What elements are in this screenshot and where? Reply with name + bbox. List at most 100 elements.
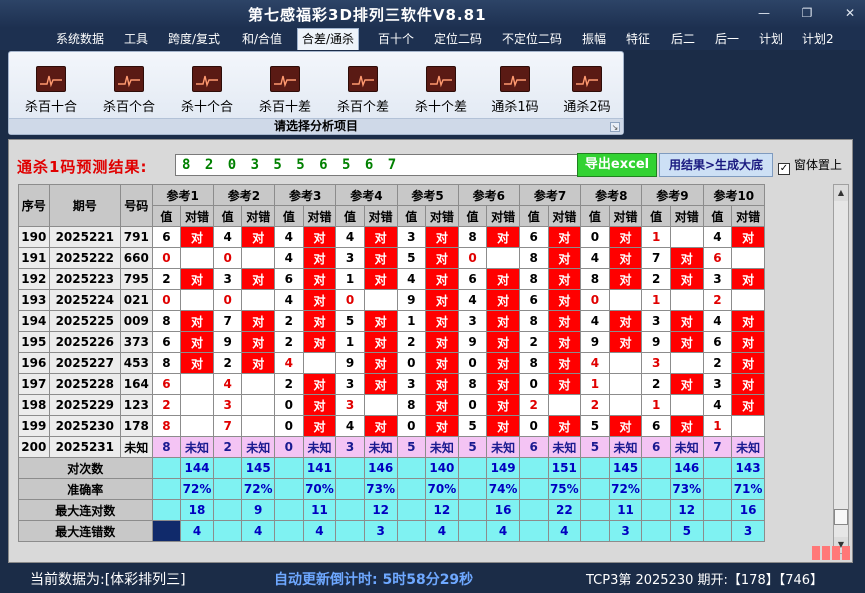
menu-last-two[interactable]: 后二 [667, 29, 699, 49]
check-icon: ✓ [778, 163, 790, 175]
header-value: 值 [641, 205, 671, 227]
stats-value: 9 [241, 499, 276, 521]
stats-value: 145 [608, 457, 643, 479]
header-period: 期号 [48, 184, 122, 227]
header-ref: 参考9 [641, 184, 704, 206]
cell-hit: 对 [302, 247, 337, 269]
menu-last-one[interactable]: 后一 [711, 29, 743, 49]
cell-hit: 对 [608, 331, 643, 353]
table-row[interactable]: 191 2025222 660 0 0 4 对 3 对 5 对 0 8 对 4 对 7 对 6 [18, 247, 765, 269]
table-row[interactable]: 197 2025228 164 6 4 2 对 3 对 3 对 8 对 0 对 1 2 对 3 对 [18, 373, 765, 395]
cell-hit: 对 [669, 268, 704, 290]
header-value: 值 [580, 205, 610, 227]
table-row[interactable]: 198 2025229 123 2 3 0 对 3 8 对 0 对 2 2 1 4 对 [18, 394, 765, 416]
close-button[interactable]: ✕ [838, 4, 862, 22]
cell-value: 5 [580, 436, 610, 458]
ribbon-expand-icon[interactable]: ↘ [610, 122, 620, 132]
cell-hit: 对 [241, 352, 276, 374]
minimize-button[interactable]: — [752, 4, 776, 22]
header-row: 序号 期号 号码 参考1 参考2 参考3 参考4 参考5 参考6 参考7 参考8 参考9 参考10 [18, 184, 766, 227]
stats-value: 4 [302, 520, 337, 542]
stats-value: 5 [669, 520, 704, 542]
table-row[interactable]: 196 2025227 453 8 对 2 对 4 9 对 0 对 0 对 8 对 4 3 2 对 [18, 352, 765, 374]
stats-spacer [212, 499, 243, 521]
rb-kill-sg-sum[interactable]: 杀十个合 [173, 66, 241, 118]
table-row[interactable]: 192 2025223 795 2 对 3 对 6 对 1 对 4 对 6 对 8 对 8 对 2 对 3 对 [18, 268, 765, 290]
generate-base-button[interactable]: 用结果>生成大底 [659, 153, 773, 177]
cell-value: 3 [702, 268, 733, 290]
row-seq: 192 [18, 268, 50, 290]
cell-value: 3 [641, 310, 671, 332]
cell-hit: 对 [486, 289, 520, 311]
rb-kill-sg-diff[interactable]: 杀十个差 [407, 66, 475, 118]
menu-amplitude[interactable]: 振幅 [578, 29, 610, 49]
menu-plan[interactable]: 计划 [755, 29, 787, 49]
cell-value: 6 [518, 226, 549, 248]
row-seq: 199 [18, 415, 50, 437]
stats-row: 对次数 144 145 141 146 140 149 151 145 146 143 [18, 457, 765, 479]
cell-value: 6 [151, 226, 182, 248]
cell-value: 4 [702, 394, 733, 416]
menu-plan2[interactable]: 计划2 [798, 29, 838, 49]
rb-kill-2-code[interactable]: 通杀2码 [553, 66, 621, 118]
cell-value: 8 [151, 310, 182, 332]
cell-value: 3 [335, 247, 365, 269]
cell-hit: 对 [425, 310, 459, 332]
table-row[interactable]: 193 2025224 021 0 0 4 对 0 9 对 4 对 6 对 0 1 2 [18, 289, 765, 311]
cell-value: 6 [151, 373, 182, 395]
prediction-row[interactable]: 200 2025231 未知 8 未知 2 未知 0 未知 3 未知 5 未知 5 未知 6 未知 5 未知 6 未知 7… [18, 436, 765, 458]
cell-miss [241, 373, 276, 395]
rb-kill-hs-diff[interactable]: 杀百十差 [251, 66, 319, 118]
scroll-thumb[interactable] [834, 509, 848, 525]
stats-spacer [641, 499, 671, 521]
menu-unfixed-two[interactable]: 不定位二码 [498, 29, 566, 49]
export-excel-button[interactable]: 导出excel [577, 153, 657, 177]
menu-sum[interactable]: 和/合值 [238, 29, 286, 49]
menu-fixed-two[interactable]: 定位二码 [430, 29, 486, 49]
cell-hit: 对 [547, 247, 582, 269]
cell-hit: 对 [486, 415, 520, 437]
rb-kill-hs-sum[interactable]: 杀百十合 [17, 66, 85, 118]
menu-tools[interactable]: 工具 [120, 29, 152, 49]
table-row[interactable]: 195 2025226 373 6 对 9 对 2 对 1 对 2 对 9 对 2 对 9 对 9 对 6 对 [18, 331, 765, 353]
cell-value: 8 [396, 394, 427, 416]
cell-hit: 对 [363, 373, 398, 395]
last-draw-info: TCP3第 2025230 期开:【178】【746】 [586, 573, 824, 588]
cell-miss [486, 247, 520, 269]
cell-hit: 对 [731, 394, 765, 416]
cell-hit: 对 [486, 310, 520, 332]
cell-value: 2 [641, 268, 671, 290]
row-seq: 196 [18, 352, 50, 374]
table-row[interactable]: 194 2025225 009 8 对 7 对 2 对 5 对 1 对 3 对 8 对 4 对 3 对 4 对 [18, 310, 765, 332]
chart-icon [270, 66, 300, 92]
stats-value: 3 [363, 520, 398, 542]
table-row[interactable]: 190 2025221 791 6 对 4 对 4 对 4 对 3 对 8 对 6 对 0 对 1 4 对 [18, 226, 765, 248]
cell-value: 0 [151, 247, 182, 269]
stats-spacer [396, 499, 427, 521]
always-on-top-checkbox[interactable]: ✓ 窗体置上 [778, 156, 842, 175]
header-seq: 序号 [18, 184, 50, 227]
menu-kill-active[interactable]: 合差/通杀 [297, 28, 360, 50]
rb-kill-hg-sum[interactable]: 杀百个合 [95, 66, 163, 118]
row-number: 453 [120, 352, 153, 374]
table-row[interactable]: 199 2025230 178 8 7 0 对 4 对 0 对 5 对 0 对 5 对 6 对 1 [18, 415, 765, 437]
cell-value: 1 [641, 226, 671, 248]
cell-value: 9 [580, 331, 610, 353]
rb-kill-hg-diff[interactable]: 杀百个差 [329, 66, 397, 118]
cell-value: 0 [212, 247, 243, 269]
maximize-button[interactable]: ❐ [795, 4, 819, 22]
cell-value: 0 [518, 415, 549, 437]
cell-value: 0 [580, 289, 610, 311]
menu-hundreds[interactable]: 百十个 [374, 29, 418, 49]
cell-value: 6 [274, 268, 304, 290]
menu-feature[interactable]: 特征 [622, 29, 654, 49]
menu-span[interactable]: 跨度/复式 [164, 29, 224, 49]
menu-system-data[interactable]: 系统数据 [52, 29, 108, 49]
vertical-scrollbar[interactable]: ▲ ▼ [833, 184, 849, 554]
cell-miss [608, 394, 643, 416]
stats-value: 149 [486, 457, 520, 479]
rb-kill-1-code[interactable]: 通杀1码 [481, 66, 549, 118]
stats-value: 70% [302, 478, 337, 500]
scroll-up-icon[interactable]: ▲ [834, 185, 848, 201]
prediction-result-field[interactable]: 8 2 0 3 5 5 6 5 6 7 [175, 154, 579, 176]
